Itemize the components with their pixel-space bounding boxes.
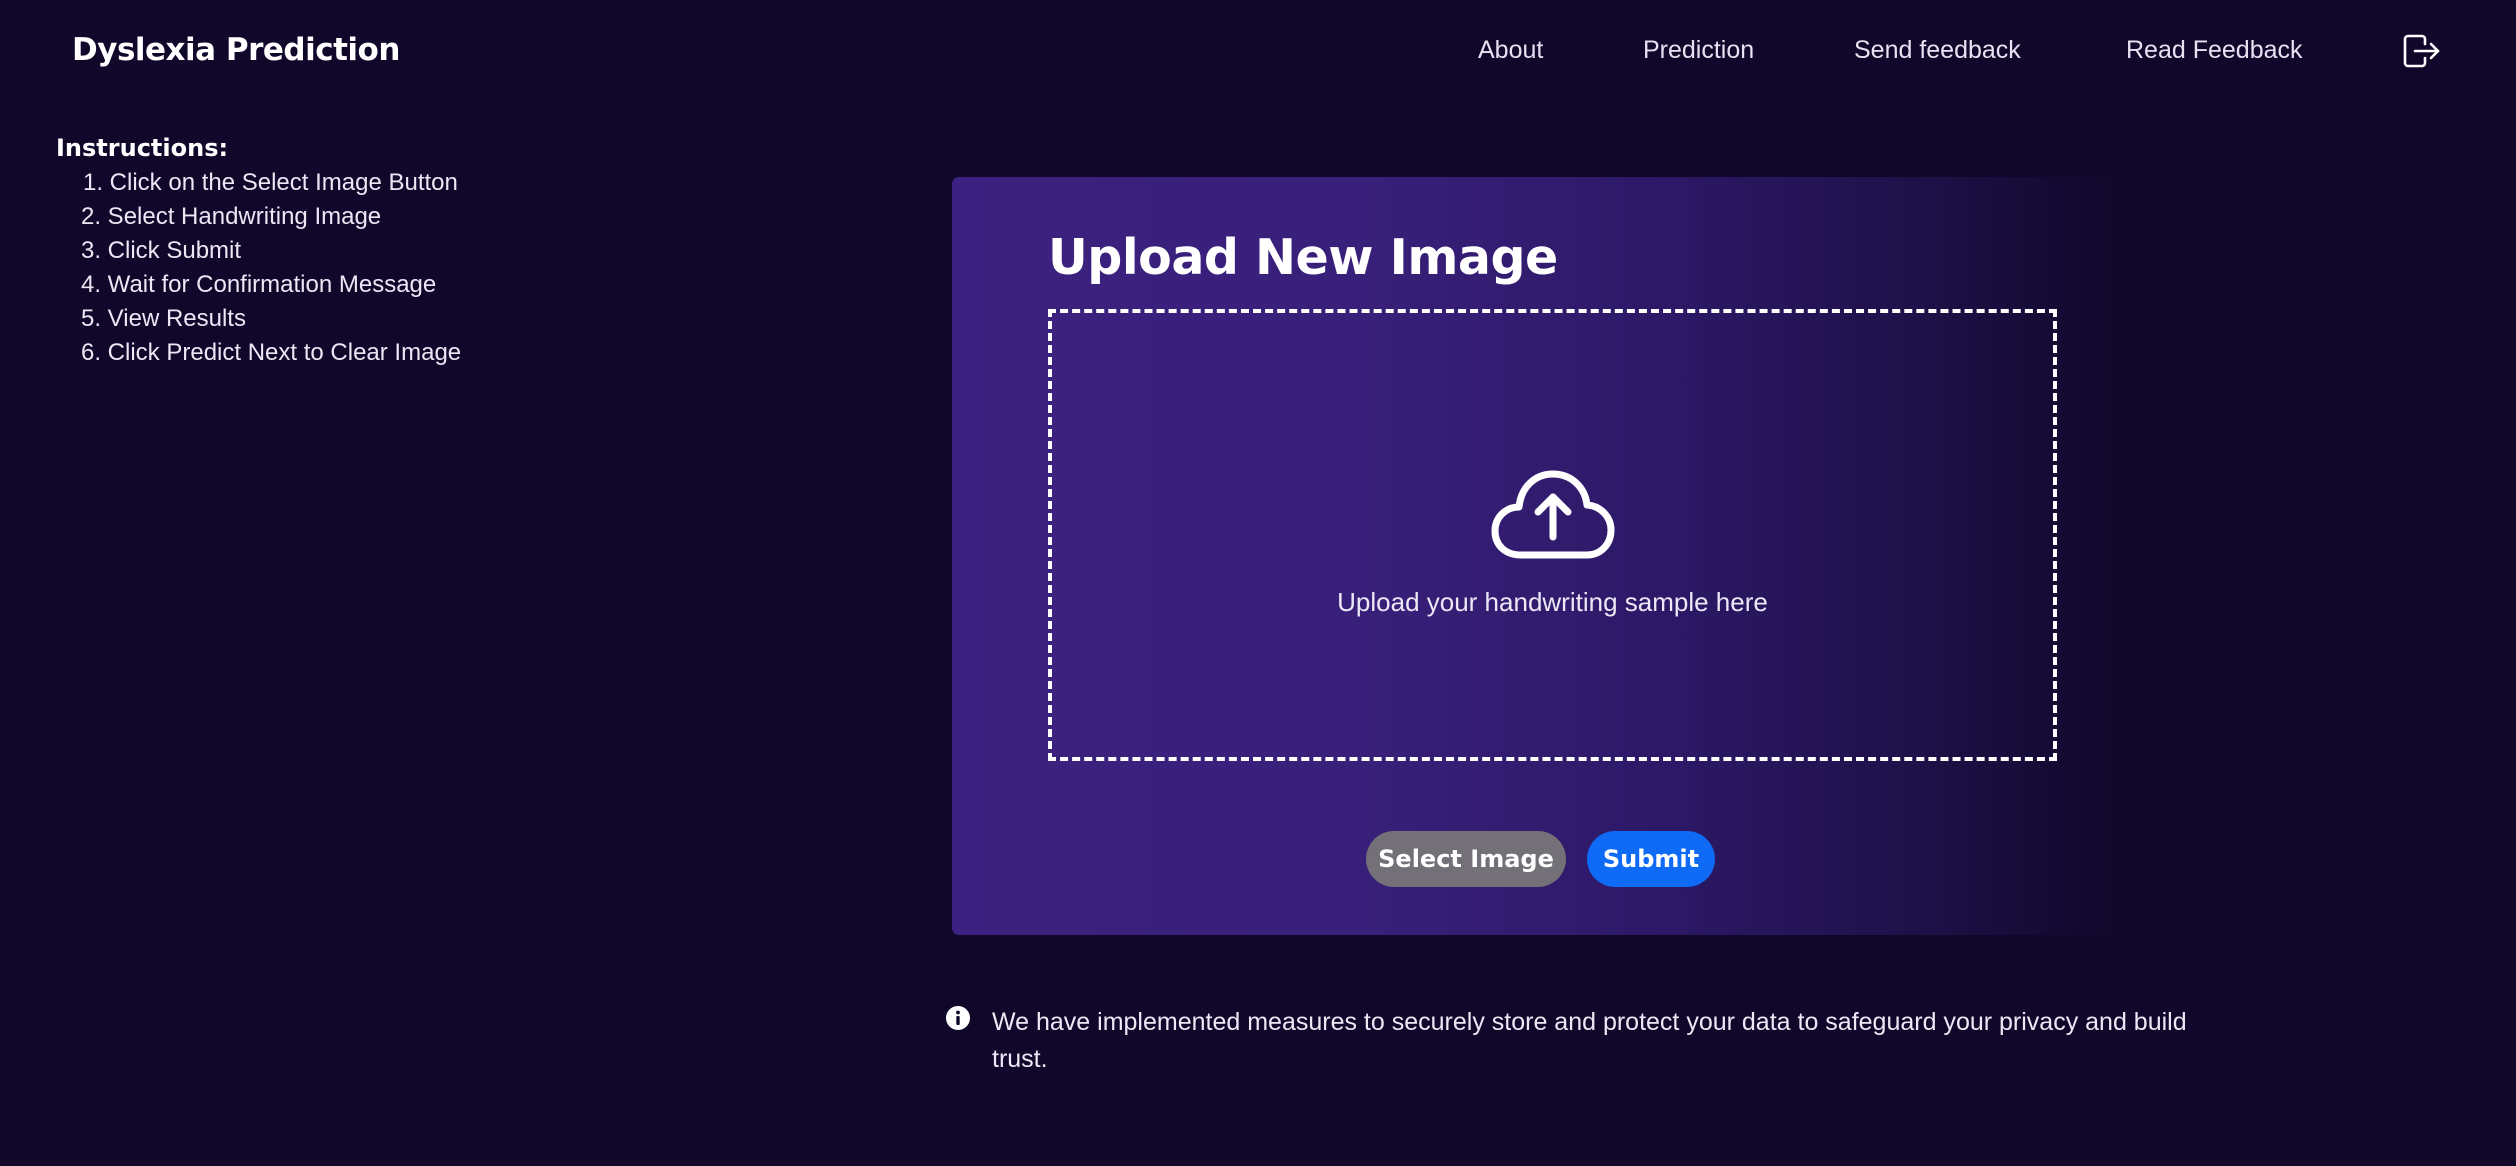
select-image-button[interactable]: Select Image	[1366, 831, 1566, 887]
instruction-step: 4. Wait for Confirmation Message	[81, 271, 437, 298]
privacy-text: We have implemented measures to securely…	[992, 1008, 2187, 1073]
info-icon	[946, 1006, 970, 1030]
nav-about[interactable]: About	[1478, 30, 1543, 70]
instructions-list: 1. Click on the Select Image Button 2. S…	[56, 166, 576, 370]
instructions-title: Instructions:	[56, 134, 229, 162]
instruction-step: 6. Click Predict Next to Clear Image	[81, 339, 462, 366]
nav-read-feedback[interactable]: Read Feedback	[2126, 30, 2303, 70]
submit-button[interactable]: Submit	[1587, 831, 1715, 887]
brand-title[interactable]: Dyslexia Prediction	[72, 30, 400, 70]
instruction-step: 5. View Results	[81, 305, 246, 332]
dropzone-text: Upload your handwriting sample here	[1337, 587, 1768, 617]
cloud-upload-icon	[1491, 470, 1614, 559]
nav-send-feedback[interactable]: Send feedback	[1854, 30, 2021, 70]
upload-title: Upload New Image	[1048, 229, 1558, 286]
upload-dropzone[interactable]: Upload your handwriting sample here	[1048, 309, 2057, 761]
nav-prediction[interactable]: Prediction	[1643, 30, 1754, 70]
instruction-step: 1. Click on the Select Image Button	[83, 169, 458, 196]
instruction-step: 2. Select Handwriting Image	[81, 203, 382, 230]
upload-card: Upload New Image Upload your handwriting…	[952, 177, 2122, 935]
logout-icon[interactable]	[2403, 34, 2441, 68]
instructions-panel: Instructions: 1. Click on the Select Ima…	[56, 130, 576, 370]
instruction-step: 3. Click Submit	[81, 237, 242, 264]
